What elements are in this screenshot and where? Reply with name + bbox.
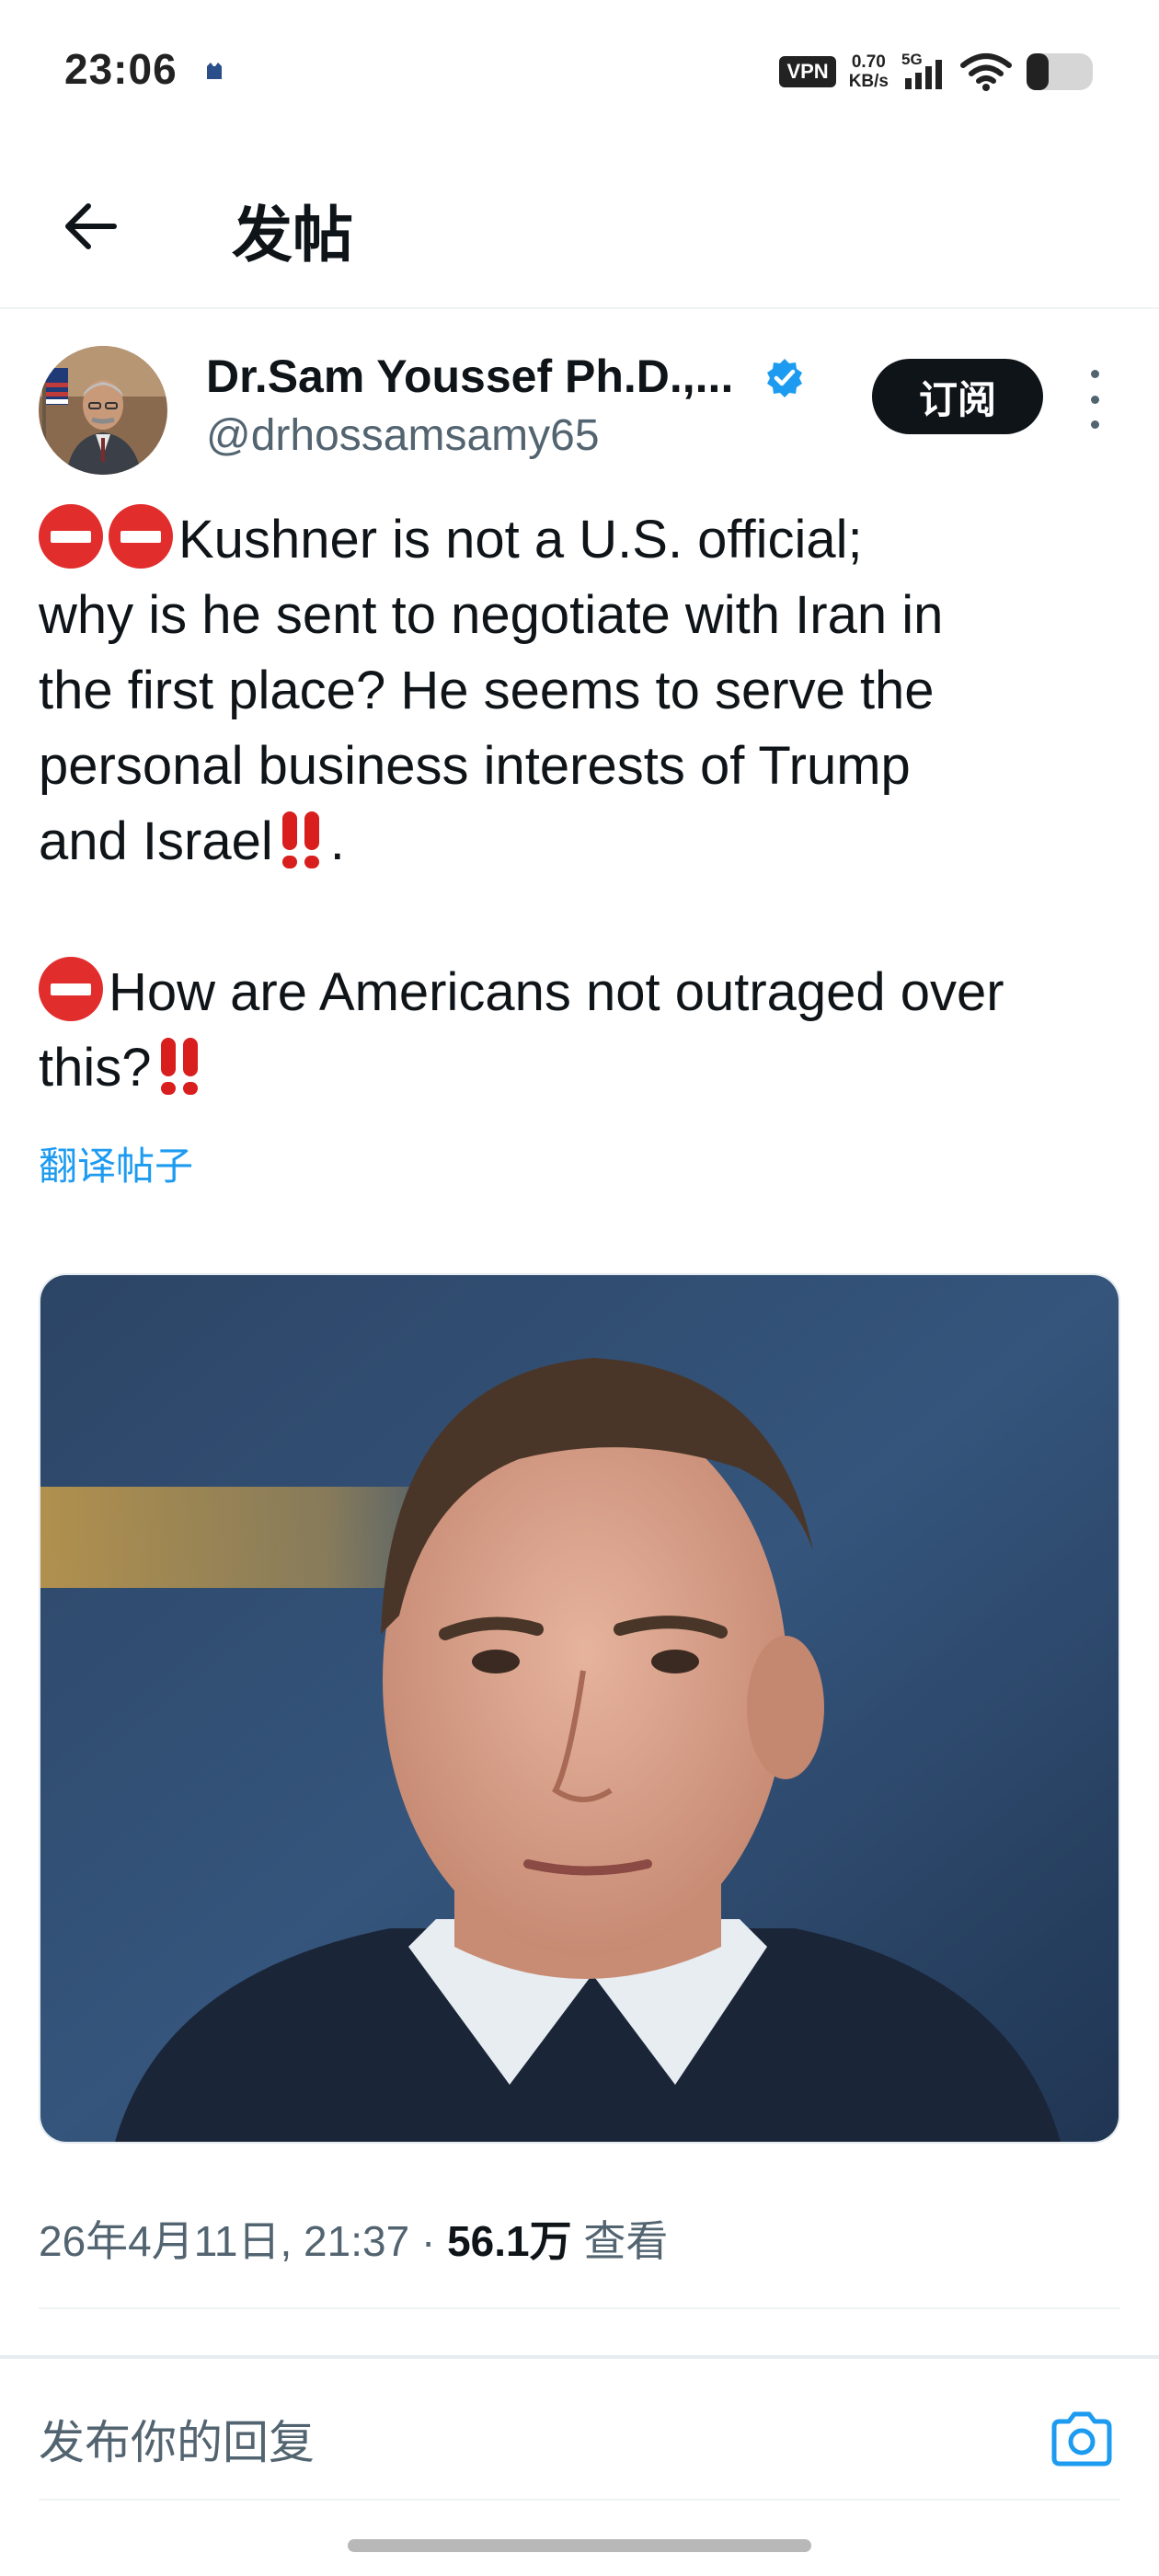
cellular-signal-icon: 5G xyxy=(901,51,947,93)
tweet-media-image[interactable] xyxy=(39,1273,1120,2144)
tweet-line: this? xyxy=(39,1038,152,1098)
double-exclamation-emoji-icon xyxy=(277,808,327,868)
vpn-badge: VPN xyxy=(779,56,836,87)
tweet-line: How are Americans not outraged over xyxy=(109,962,1004,1022)
tweet-line: the first place? He seems to serve the xyxy=(39,661,935,720)
more-options-button[interactable] xyxy=(1074,370,1115,429)
more-dot-icon xyxy=(1090,370,1099,378)
network-speed-unit: KB/s xyxy=(848,72,889,91)
camera-icon xyxy=(1051,2411,1112,2467)
tweet-author: Dr.Sam Youssef Ph.D.,... @drhossamsamy65… xyxy=(0,309,1159,484)
author-handle[interactable]: @drhossamsamy65 xyxy=(206,410,600,461)
no-entry-emoji-icon xyxy=(39,504,103,569)
home-indicator[interactable] xyxy=(348,2539,811,2552)
status-time: 23:06 xyxy=(64,45,178,93)
top-app-bar: 发帖 xyxy=(0,147,1159,309)
divider xyxy=(39,2307,1120,2309)
tweet-line: Kushner is not a U.S. official; xyxy=(178,510,863,569)
network-speed-value: 0.70 xyxy=(851,52,886,72)
tweet-meta: 26年4月11日, 21:37 · 56.1万 查看 xyxy=(39,2208,668,2269)
tweet-line-end: . xyxy=(329,811,345,871)
status-bar: 23:06 VPN 0.70 KB/s 5G xyxy=(0,0,1159,147)
tweet-line: personal business interests of Trump xyxy=(39,736,911,796)
view-label: 查看 xyxy=(571,2217,669,2265)
arrow-left-icon xyxy=(65,203,117,249)
subscribe-button[interactable]: 订阅 xyxy=(872,359,1043,434)
battery-icon xyxy=(1027,53,1093,90)
status-icons: VPN 0.70 KB/s 5G xyxy=(779,46,1095,98)
avatar[interactable] xyxy=(39,346,167,475)
portrait-photo xyxy=(40,1275,1119,2142)
camera-button[interactable] xyxy=(1045,2403,1119,2477)
tweet-text: Kushner is not a U.S. official; why is h… xyxy=(39,502,1124,1106)
reply-input[interactable]: 发布你的回复 xyxy=(39,2398,958,2480)
double-exclamation-emoji-icon xyxy=(155,1034,205,1095)
page-title: 发帖 xyxy=(232,201,353,269)
network-speed: 0.70 KB/s xyxy=(849,52,889,91)
wifi-icon xyxy=(960,53,1012,91)
more-dot-icon xyxy=(1090,395,1099,404)
tweet-line: and Israel xyxy=(39,811,273,871)
view-count[interactable]: 56.1万 xyxy=(447,2217,572,2265)
divider xyxy=(39,2499,1120,2501)
tweet-line: why is he sent to negotiate with Iran in xyxy=(39,585,944,645)
verified-badge-icon xyxy=(767,359,802,397)
back-button[interactable] xyxy=(52,188,129,265)
app-notification-icon xyxy=(207,63,222,79)
tweet-timestamp: 26年4月11日, 21:37 · xyxy=(39,2217,448,2265)
no-entry-emoji-icon xyxy=(109,504,173,569)
divider xyxy=(0,2355,1159,2359)
translate-post-link[interactable]: 翻译帖子 xyxy=(39,1135,193,1191)
no-entry-emoji-icon xyxy=(39,957,103,1021)
author-name[interactable]: Dr.Sam Youssef Ph.D.,... xyxy=(206,350,733,403)
more-dot-icon xyxy=(1090,420,1099,429)
